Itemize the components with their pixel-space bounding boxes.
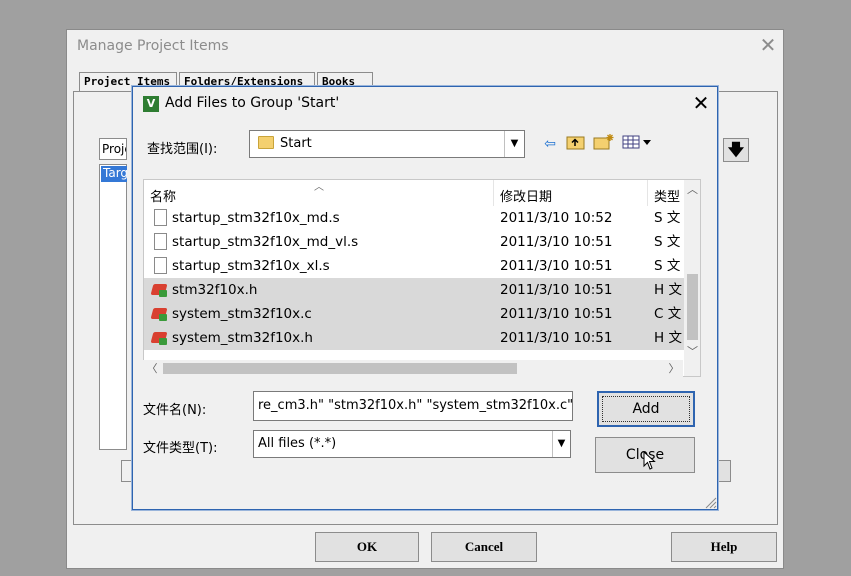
add-button[interactable]: Add bbox=[597, 391, 695, 427]
manage-window-title: Manage Project Items bbox=[77, 38, 229, 54]
file-row[interactable]: system_stm32f10x.h 2011/3/10 10:51 H 文 bbox=[144, 326, 684, 350]
blank-file-icon bbox=[154, 233, 167, 250]
file-row[interactable]: system_stm32f10x.c 2011/3/10 10:51 C 文 bbox=[144, 302, 684, 326]
look-in-label: 查找范围(I): bbox=[147, 142, 218, 157]
file-name: startup_stm32f10x_xl.s bbox=[172, 258, 330, 274]
vertical-scroll-thumb[interactable] bbox=[687, 274, 698, 340]
file-type-select[interactable]: All files (*.*) ▼ bbox=[253, 430, 571, 458]
blank-file-icon bbox=[154, 209, 167, 226]
file-name: startup_stm32f10x_md_vl.s bbox=[172, 234, 359, 250]
look-in-select[interactable]: Start ▼ bbox=[249, 130, 525, 158]
scroll-left-icon[interactable]: 〈 bbox=[143, 360, 161, 377]
manage-window-close-icon[interactable]: ✕ bbox=[757, 34, 779, 56]
file-name-input[interactable]: re_cm3.h" "stm32f10x.h" "system_stm32f10… bbox=[253, 391, 573, 421]
look-in-value: Start bbox=[280, 136, 312, 151]
file-type-value: All files (*.*) bbox=[258, 436, 337, 451]
file-type-label: 文件类型(T): bbox=[143, 441, 218, 456]
ok-button[interactable]: OK bbox=[315, 532, 419, 562]
new-folder-icon[interactable] bbox=[593, 133, 615, 155]
file-date: 2011/3/10 10:51 bbox=[500, 306, 613, 322]
source-file-icon bbox=[152, 282, 168, 297]
sort-ascending-icon: ︿ bbox=[314, 182, 324, 193]
file-type: S 文 bbox=[654, 258, 681, 274]
file-date: 2011/3/10 10:51 bbox=[500, 282, 613, 298]
source-file-icon bbox=[152, 330, 168, 345]
help-button[interactable]: Help bbox=[671, 532, 777, 562]
keil-app-icon: V bbox=[143, 96, 159, 112]
focus-ring bbox=[602, 396, 690, 422]
move-down-button[interactable]: 🡇 bbox=[723, 138, 749, 162]
scroll-down-icon[interactable]: ﹀ bbox=[684, 342, 700, 362]
file-name: system_stm32f10x.c bbox=[172, 306, 312, 322]
dialog-title: Add Files to Group 'Start' bbox=[165, 95, 340, 111]
resize-grip-icon[interactable] bbox=[703, 495, 717, 509]
project-targets-label: Proje bbox=[99, 138, 127, 160]
scroll-right-icon[interactable]: 〉 bbox=[665, 360, 683, 377]
mouse-cursor-icon bbox=[643, 450, 657, 471]
file-type: H 文 bbox=[654, 330, 682, 346]
project-targets-selected-item[interactable]: Targe bbox=[101, 166, 127, 182]
file-row[interactable]: startup_stm32f10x_md_vl.s 2011/3/10 10:51… bbox=[144, 230, 684, 254]
file-date: 2011/3/10 10:51 bbox=[500, 258, 613, 274]
column-header-name[interactable]: 名称 ︿ bbox=[144, 180, 494, 206]
view-menu-icon[interactable] bbox=[621, 133, 655, 155]
back-arrow-icon[interactable]: ⇦ bbox=[539, 133, 561, 155]
add-files-dialog: V Add Files to Group 'Start' ✕ 查找范围(I): … bbox=[132, 86, 718, 510]
vertical-scrollbar[interactable]: ︿ ﹀ bbox=[684, 180, 700, 376]
folder-icon bbox=[258, 136, 274, 149]
cancel-button[interactable]: Cancel bbox=[431, 532, 537, 562]
file-name: startup_stm32f10x_md.s bbox=[172, 210, 340, 226]
source-file-icon bbox=[152, 306, 168, 321]
dialog-close-icon[interactable]: ✕ bbox=[689, 91, 713, 115]
arrow-down-icon: 🡇 bbox=[727, 140, 745, 159]
file-row[interactable]: startup_stm32f10x_md.s 2011/3/10 10:52 S 文 bbox=[144, 206, 684, 230]
up-folder-icon[interactable] bbox=[565, 133, 587, 155]
column-header-type[interactable]: 类型 bbox=[648, 180, 688, 206]
blank-file-icon bbox=[154, 257, 167, 274]
chevron-down-icon[interactable]: ▼ bbox=[504, 131, 524, 157]
file-name: stm32f10x.h bbox=[172, 282, 258, 298]
column-name-label: 名称 bbox=[150, 190, 177, 205]
file-type: H 文 bbox=[654, 282, 682, 298]
file-name: system_stm32f10x.h bbox=[172, 330, 313, 346]
background-button-edge-right[interactable] bbox=[717, 460, 731, 482]
file-date: 2011/3/10 10:51 bbox=[500, 234, 613, 250]
scroll-up-icon[interactable]: ︿ bbox=[684, 180, 700, 200]
file-name-label: 文件名(N): bbox=[143, 403, 207, 418]
file-row[interactable]: startup_stm32f10x_xl.s 2011/3/10 10:51 S 文 bbox=[144, 254, 684, 278]
file-date: 2011/3/10 10:52 bbox=[500, 210, 613, 226]
file-type: C 文 bbox=[654, 306, 682, 322]
file-row[interactable]: stm32f10x.h 2011/3/10 10:51 H 文 bbox=[144, 278, 684, 302]
horizontal-scrollbar[interactable]: 〈 〉 bbox=[143, 360, 683, 377]
project-targets-list[interactable] bbox=[99, 164, 127, 450]
file-list[interactable]: 名称 ︿ 修改日期 类型 startup_stm32f10x_md.s 2011/… bbox=[143, 179, 701, 377]
file-type: S 文 bbox=[654, 234, 681, 250]
chevron-down-icon[interactable]: ▼ bbox=[552, 431, 570, 457]
file-date: 2011/3/10 10:51 bbox=[500, 330, 613, 346]
horizontal-scroll-thumb[interactable] bbox=[163, 363, 517, 374]
file-type: S 文 bbox=[654, 210, 681, 226]
column-header-date[interactable]: 修改日期 bbox=[494, 180, 648, 206]
